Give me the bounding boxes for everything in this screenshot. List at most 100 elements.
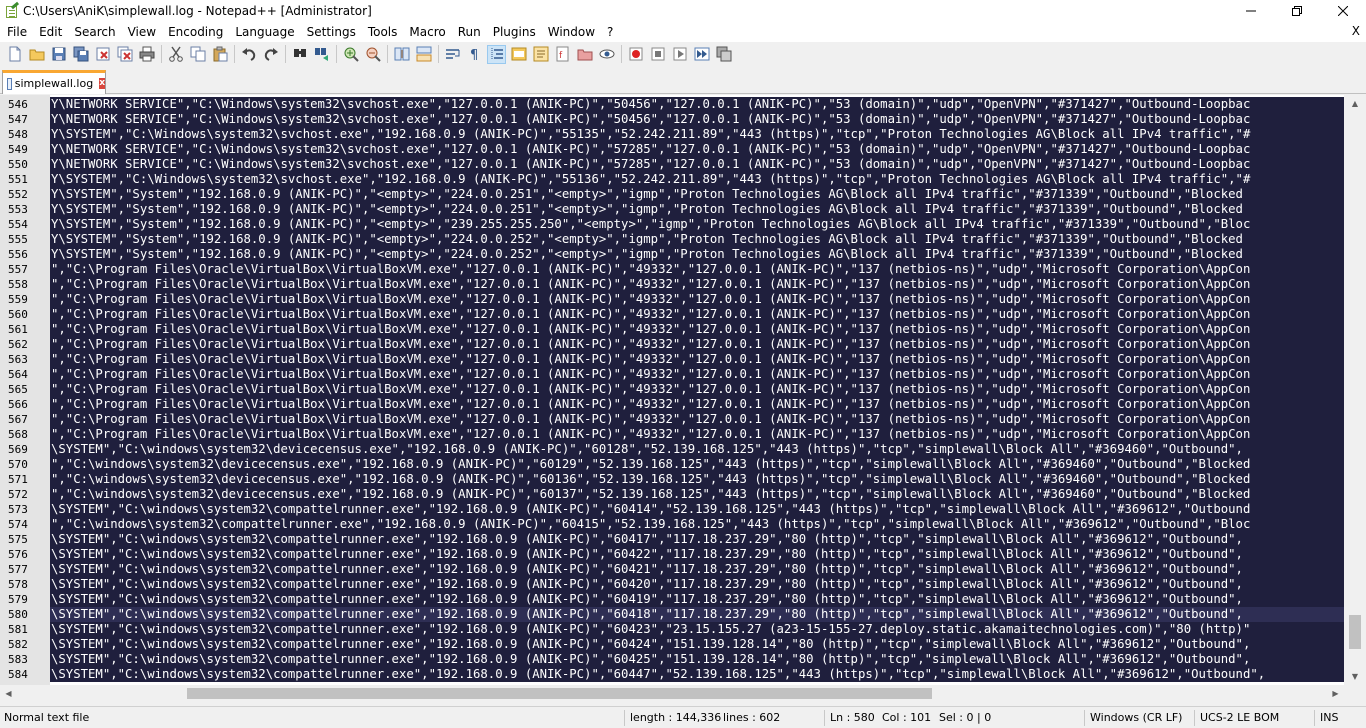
close-window-button[interactable] bbox=[1320, 0, 1366, 22]
menu-plugins[interactable]: Plugins bbox=[487, 22, 542, 42]
undo-button[interactable] bbox=[239, 45, 258, 64]
horizontal-scrollbar[interactable]: ◀ ▶ bbox=[0, 685, 1344, 702]
line-text[interactable]: Y\SYSTEM","C:\Windows\system32\svchost.e… bbox=[50, 127, 1344, 142]
user-defined-language-button[interactable] bbox=[509, 45, 528, 64]
close-file-button[interactable] bbox=[93, 45, 112, 64]
editor-line[interactable]: 559 ","C:\Program Files\Oracle\VirtualBox… bbox=[0, 292, 1344, 307]
menu-edit[interactable]: Edit bbox=[33, 22, 68, 42]
line-text[interactable]: ","C:\Program Files\Oracle\VirtualBox\Vi… bbox=[50, 307, 1344, 322]
line-text[interactable]: Y\NETWORK SERVICE","C:\Windows\system32\… bbox=[50, 112, 1344, 127]
editor-line[interactable]: 577 \SYSTEM","C:\windows\system32\compatt… bbox=[0, 562, 1344, 577]
new-file-button[interactable] bbox=[5, 45, 24, 64]
editor-line[interactable]: 568 ","C:\Program Files\Oracle\VirtualBox… bbox=[0, 427, 1344, 442]
line-text[interactable]: ","C:\Program Files\Oracle\VirtualBox\Vi… bbox=[50, 292, 1344, 307]
line-text[interactable]: Y\SYSTEM","System","192.168.0.9 (ANIK-PC… bbox=[50, 187, 1344, 202]
editor-line[interactable]: 554 Y\SYSTEM","System","192.168.0.9 (ANIK… bbox=[0, 217, 1344, 232]
line-text[interactable]: ","C:\Program Files\Oracle\VirtualBox\Vi… bbox=[50, 412, 1344, 427]
line-text[interactable]: \SYSTEM","C:\windows\system32\compattelr… bbox=[50, 622, 1344, 637]
editor-line[interactable]: 569 \SYSTEM","C:\windows\system32\devicec… bbox=[0, 442, 1344, 457]
run-macro-multiple-button[interactable] bbox=[692, 45, 711, 64]
line-text[interactable]: ","C:\Program Files\Oracle\VirtualBox\Vi… bbox=[50, 337, 1344, 352]
editor-line[interactable]: 573 \SYSTEM","C:\windows\system32\compatt… bbox=[0, 502, 1344, 517]
tab-close-button[interactable]: x bbox=[99, 78, 105, 89]
show-all-characters-button[interactable]: ¶ bbox=[465, 45, 484, 64]
scroll-up-arrow-icon[interactable]: ▲ bbox=[1344, 95, 1366, 112]
tab-simplewall-log[interactable]: simplewall.log x bbox=[2, 70, 106, 94]
replace-button[interactable] bbox=[312, 45, 331, 64]
menu-view[interactable]: View bbox=[122, 22, 162, 42]
menu-tools[interactable]: Tools bbox=[362, 22, 404, 42]
editor-line[interactable]: 550 Y\NETWORK SERVICE","C:\Windows\system… bbox=[0, 157, 1344, 172]
restore-button[interactable] bbox=[1274, 0, 1320, 22]
line-text[interactable]: Y\SYSTEM","System","192.168.0.9 (ANIK-PC… bbox=[50, 202, 1344, 217]
editor-line[interactable]: 560 ","C:\Program Files\Oracle\VirtualBox… bbox=[0, 307, 1344, 322]
editor-line[interactable]: 575 \SYSTEM","C:\windows\system32\compatt… bbox=[0, 532, 1344, 547]
line-text[interactable]: Y\SYSTEM","C:\Windows\system32\svchost.e… bbox=[50, 172, 1344, 187]
status-eol[interactable]: Windows (CR LF) bbox=[1090, 707, 1182, 728]
editor-line[interactable]: 572 ","C:\windows\system32\devicecensus.e… bbox=[0, 487, 1344, 502]
menu-search[interactable]: Search bbox=[68, 22, 121, 42]
line-text[interactable]: ","C:\Program Files\Oracle\VirtualBox\Vi… bbox=[50, 277, 1344, 292]
line-text[interactable]: \SYSTEM","C:\windows\system32\compattelr… bbox=[50, 502, 1344, 517]
menu-settings[interactable]: Settings bbox=[301, 22, 362, 42]
line-text[interactable]: ","C:\windows\system32\devicecensus.exe"… bbox=[50, 457, 1344, 472]
menu-file[interactable]: File bbox=[0, 22, 33, 42]
line-text[interactable]: ","C:\Program Files\Oracle\VirtualBox\Vi… bbox=[50, 367, 1344, 382]
print-button[interactable] bbox=[137, 45, 156, 64]
line-text[interactable]: Y\NETWORK SERVICE","C:\Windows\system32\… bbox=[50, 97, 1344, 112]
function-list-button[interactable]: f bbox=[553, 45, 572, 64]
editor-line[interactable]: 578 \SYSTEM","C:\windows\system32\compatt… bbox=[0, 577, 1344, 592]
open-file-button[interactable] bbox=[27, 45, 46, 64]
line-text[interactable]: \SYSTEM","C:\windows\system32\compattelr… bbox=[50, 562, 1344, 577]
menu-window[interactable]: Window bbox=[542, 22, 601, 42]
scroll-left-arrow-icon[interactable]: ◀ bbox=[0, 685, 17, 702]
editor-line[interactable]: 549 Y\NETWORK SERVICE","C:\Windows\system… bbox=[0, 142, 1344, 157]
playback-macro-button[interactable] bbox=[670, 45, 689, 64]
redo-button[interactable] bbox=[261, 45, 280, 64]
line-text[interactable]: ","C:\Program Files\Oracle\VirtualBox\Vi… bbox=[50, 397, 1344, 412]
line-text[interactable]: \SYSTEM","C:\windows\system32\compattelr… bbox=[50, 637, 1344, 652]
vertical-scrollbar[interactable]: ▲ ▼ bbox=[1344, 95, 1366, 685]
editor-line[interactable]: 580 \SYSTEM","C:\windows\system32\compatt… bbox=[0, 607, 1344, 622]
monitoring-button[interactable] bbox=[597, 45, 616, 64]
line-text[interactable]: \SYSTEM","C:\windows\system32\compattelr… bbox=[50, 547, 1344, 562]
line-text[interactable]: ","C:\windows\system32\devicecensus.exe"… bbox=[50, 487, 1344, 502]
menu-macro[interactable]: Macro bbox=[403, 22, 451, 42]
editor-line[interactable]: 546 Y\NETWORK SERVICE","C:\Windows\system… bbox=[0, 97, 1344, 112]
editor-line[interactable]: 567 ","C:\Program Files\Oracle\VirtualBox… bbox=[0, 412, 1344, 427]
save-macro-button[interactable] bbox=[714, 45, 733, 64]
editor-line[interactable]: 583 \SYSTEM","C:\windows\system32\compatt… bbox=[0, 652, 1344, 667]
line-text[interactable]: Y\NETWORK SERVICE","C:\Windows\system32\… bbox=[50, 157, 1344, 172]
stop-recording-button[interactable] bbox=[648, 45, 667, 64]
line-text[interactable]: \SYSTEM","C:\windows\system32\devicecens… bbox=[50, 442, 1344, 457]
editor-line[interactable]: 551 Y\SYSTEM","C:\Windows\system32\svchos… bbox=[0, 172, 1344, 187]
menu-help[interactable]: ? bbox=[601, 22, 619, 42]
menu-encoding[interactable]: Encoding bbox=[162, 22, 229, 42]
line-text[interactable]: ","C:\Program Files\Oracle\VirtualBox\Vi… bbox=[50, 352, 1344, 367]
line-text[interactable]: \SYSTEM","C:\windows\system32\compattelr… bbox=[50, 652, 1344, 667]
folder-as-workspace-button[interactable] bbox=[575, 45, 594, 64]
editor-line[interactable]: 576 \SYSTEM","C:\windows\system32\compatt… bbox=[0, 547, 1344, 562]
editor-line[interactable]: 564 ","C:\Program Files\Oracle\VirtualBox… bbox=[0, 367, 1344, 382]
editor-line[interactable]: 548 Y\SYSTEM","C:\Windows\system32\svchos… bbox=[0, 127, 1344, 142]
editor-line[interactable]: 561 ","C:\Program Files\Oracle\VirtualBox… bbox=[0, 322, 1344, 337]
editor[interactable]: 546 Y\NETWORK SERVICE","C:\Windows\system… bbox=[0, 95, 1366, 685]
line-text[interactable]: ","C:\Program Files\Oracle\VirtualBox\Vi… bbox=[50, 427, 1344, 442]
editor-line[interactable]: 552 Y\SYSTEM","System","192.168.0.9 (ANIK… bbox=[0, 187, 1344, 202]
line-text[interactable]: ","C:\windows\system32\devicecensus.exe"… bbox=[50, 472, 1344, 487]
editor-line[interactable]: 563 ","C:\Program Files\Oracle\VirtualBox… bbox=[0, 352, 1344, 367]
menu-run[interactable]: Run bbox=[452, 22, 487, 42]
editor-line[interactable]: 581 \SYSTEM","C:\windows\system32\compatt… bbox=[0, 622, 1344, 637]
editor-line[interactable]: 553 Y\SYSTEM","System","192.168.0.9 (ANIK… bbox=[0, 202, 1344, 217]
line-text[interactable]: ","C:\Program Files\Oracle\VirtualBox\Vi… bbox=[50, 322, 1344, 337]
zoom-in-button[interactable] bbox=[341, 45, 360, 64]
editor-line[interactable]: 584 \SYSTEM","C:\windows\system32\compatt… bbox=[0, 667, 1344, 682]
sync-vertical-button[interactable] bbox=[392, 45, 411, 64]
record-macro-button[interactable] bbox=[626, 45, 645, 64]
minimize-button[interactable] bbox=[1228, 0, 1274, 22]
editor-line[interactable]: 574 ","C:\windows\system32\compattelrunne… bbox=[0, 517, 1344, 532]
editor-line[interactable]: 555 Y\SYSTEM","System","192.168.0.9 (ANIK… bbox=[0, 232, 1344, 247]
line-text[interactable]: \SYSTEM","C:\windows\system32\compattelr… bbox=[50, 592, 1344, 607]
line-text[interactable]: Y\SYSTEM","System","192.168.0.9 (ANIK-PC… bbox=[50, 232, 1344, 247]
save-button[interactable] bbox=[49, 45, 68, 64]
